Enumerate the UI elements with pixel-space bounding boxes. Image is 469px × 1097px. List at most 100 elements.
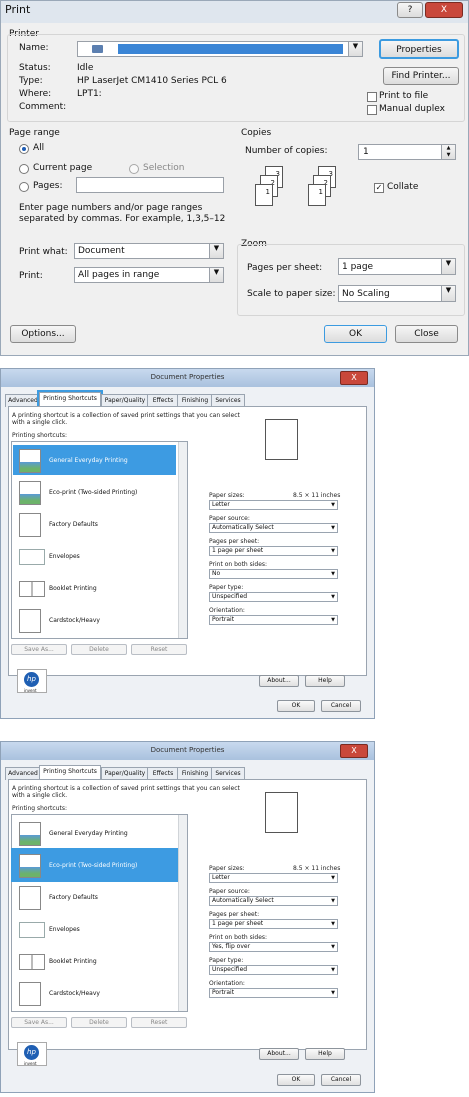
ok-button[interactable]: OK: [277, 700, 315, 712]
paper-sizes-label: Paper sizes:: [209, 492, 245, 499]
ok-button[interactable]: OK: [324, 325, 387, 343]
print-to-file-checkbox[interactable]: [367, 92, 377, 102]
close-icon[interactable]: X: [340, 371, 368, 385]
document-icon: [19, 854, 41, 878]
scrollbar[interactable]: [178, 442, 187, 638]
chevron-down-icon[interactable]: ▼: [348, 42, 362, 56]
paper-source-select[interactable]: Automatically Select: [209, 896, 338, 906]
list-item[interactable]: Booklet Printing: [13, 946, 176, 976]
tab-printing-shortcuts[interactable]: Printing Shortcuts: [37, 390, 103, 409]
list-item[interactable]: Eco-print (Two-sided Printing): [13, 477, 176, 507]
shortcuts-panel: A printing shortcut is a collection of s…: [8, 406, 367, 693]
list-item[interactable]: General Everyday Printing: [13, 818, 176, 848]
printer-icon: [92, 45, 103, 53]
save-as-button[interactable]: Save As...: [11, 1017, 67, 1028]
find-printer-button[interactable]: Find Printer...: [383, 67, 459, 85]
pages-radio[interactable]: [19, 182, 29, 192]
shortcuts-list[interactable]: General Everyday Printing Eco-print (Two…: [11, 814, 188, 1012]
paper-sizes-select[interactable]: Letter: [209, 873, 338, 883]
list-item[interactable]: Factory Defaults: [13, 882, 176, 912]
selection-radio[interactable]: [129, 164, 139, 174]
shortcuts-list[interactable]: General Everyday Printing Eco-print (Two…: [11, 441, 188, 639]
intro-line-1: A printing shortcut is a collection of s…: [12, 412, 240, 419]
orientation-select[interactable]: Portrait: [209, 988, 338, 998]
both-sides-select[interactable]: No: [209, 569, 338, 579]
save-as-button[interactable]: Save As...: [11, 644, 67, 655]
document-icon: [19, 481, 41, 505]
print-select[interactable]: All pages in range ▼: [74, 267, 224, 283]
list-item[interactable]: Cardstock/Heavy: [13, 978, 176, 1008]
cancel-button[interactable]: Cancel: [321, 700, 361, 712]
title-bar: Document Properties X: [1, 369, 374, 387]
title-bar: Print ? X: [1, 1, 468, 23]
cancel-button[interactable]: Cancel: [321, 1074, 361, 1086]
pages-per-sheet-select[interactable]: 1 page per sheet: [209, 919, 338, 929]
reset-button[interactable]: Reset: [131, 644, 187, 655]
comment-label: Comment:: [19, 102, 67, 112]
hp-logo: hp invent: [17, 1042, 47, 1066]
help-button[interactable]: Help: [305, 1048, 345, 1060]
paper-sizes-select[interactable]: Letter: [209, 500, 338, 510]
dialog-title: Document Properties: [150, 373, 225, 381]
options-button[interactable]: Options...: [10, 325, 76, 343]
help-icon[interactable]: ?: [397, 2, 423, 18]
chevron-down-icon[interactable]: ▼: [209, 268, 223, 282]
paper-type-label: Paper type:: [209, 957, 244, 964]
collate-checkbox[interactable]: ✓: [374, 183, 384, 193]
both-sides-select[interactable]: Yes, flip over: [209, 942, 338, 952]
list-item[interactable]: Eco-print (Two-sided Printing): [11, 848, 178, 882]
paper-sizes-dimensions: 8.5 × 11 inches: [293, 492, 341, 499]
list-item[interactable]: Envelopes: [13, 541, 176, 571]
about-button[interactable]: About...: [259, 675, 299, 687]
list-item[interactable]: Booklet Printing: [13, 573, 176, 603]
orientation-label: Orientation:: [209, 607, 245, 614]
copies-spinner[interactable]: 1 ▲ ▼: [358, 144, 456, 160]
scale-select[interactable]: No Scaling ▼: [338, 285, 456, 302]
ok-button[interactable]: OK: [277, 1074, 315, 1086]
pages-per-sheet-select[interactable]: 1 page per sheet: [209, 546, 338, 556]
chevron-down-icon[interactable]: ▼: [209, 244, 223, 258]
hp-logo: hp invent: [17, 669, 47, 693]
shortcuts-label: Printing shortcuts:: [12, 805, 68, 812]
printer-name-select[interactable]: ▼: [77, 41, 363, 57]
print-what-label: Print what:: [19, 247, 68, 257]
pages-help-line-2: separated by commas. For example, 1,3,5–…: [19, 214, 226, 224]
close-button[interactable]: Close: [395, 325, 458, 343]
chevron-down-icon[interactable]: ▼: [441, 286, 455, 301]
current-page-radio[interactable]: [19, 164, 29, 174]
current-page-label: Current page: [33, 163, 93, 173]
spinner-arrows-icon[interactable]: ▲ ▼: [441, 145, 455, 159]
delete-button[interactable]: Delete: [71, 1017, 127, 1028]
pages-per-sheet-select[interactable]: 1 page ▼: [338, 258, 456, 275]
list-item[interactable]: Factory Defaults: [13, 509, 176, 539]
chevron-down-icon[interactable]: ▼: [441, 259, 455, 274]
list-item[interactable]: Cardstock/Heavy: [13, 605, 176, 635]
pages-input[interactable]: [76, 177, 224, 193]
scale-label: Scale to paper size:: [247, 289, 336, 299]
paper-type-select[interactable]: Unspecified: [209, 965, 338, 975]
booklet-icon: [19, 954, 45, 970]
properties-button[interactable]: Properties: [379, 39, 459, 59]
number-of-copies-label: Number of copies:: [245, 146, 328, 156]
intro-line-2: with a single click.: [12, 792, 68, 799]
help-button[interactable]: Help: [305, 675, 345, 687]
paper-type-select[interactable]: Unspecified: [209, 592, 338, 602]
delete-button[interactable]: Delete: [71, 644, 127, 655]
close-icon[interactable]: X: [340, 744, 368, 758]
manual-duplex-checkbox[interactable]: [367, 105, 377, 115]
all-radio[interactable]: [19, 144, 29, 154]
close-icon[interactable]: X: [425, 2, 463, 18]
list-item[interactable]: Envelopes: [13, 914, 176, 944]
list-item[interactable]: General Everyday Printing: [13, 445, 176, 475]
orientation-select[interactable]: Portrait: [209, 615, 338, 625]
page-preview: [265, 419, 298, 460]
about-button[interactable]: About...: [259, 1048, 299, 1060]
paper-source-select[interactable]: Automatically Select: [209, 523, 338, 533]
print-what-select[interactable]: Document ▼: [74, 243, 224, 259]
paper-sizes-dimensions: 8.5 × 11 inches: [293, 865, 341, 872]
pages-per-sheet-label: Pages per sheet:: [209, 911, 260, 918]
collate-page-icon: 1: [255, 184, 273, 206]
reset-button[interactable]: Reset: [131, 1017, 187, 1028]
tab-printing-shortcuts[interactable]: Printing Shortcuts: [39, 765, 101, 780]
scrollbar[interactable]: [178, 815, 187, 1011]
